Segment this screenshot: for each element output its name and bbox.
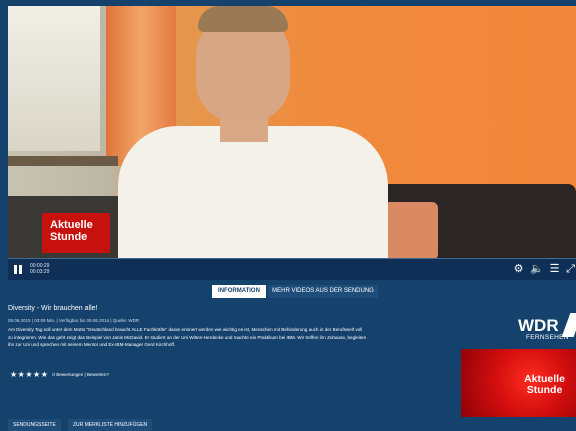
show-logo-text: Aktuelle Stunde (524, 373, 565, 396)
rating-stars[interactable]: ★★★★★ (10, 370, 48, 379)
settings-sliders-icon[interactable]: ☰ (548, 263, 561, 276)
rating-link[interactable]: 0 Bewertungen | Bewerten? (52, 372, 109, 377)
add-to-watchlist-button[interactable]: ZUR MERKLISTE HINZUFÜGEN (68, 419, 153, 431)
duration: 00:03:29 (30, 269, 50, 275)
tab-more-videos[interactable]: MEHR VIDEOS AUS DER SENDUNG (268, 285, 378, 298)
video-meta: 09.06.2015 | 03:09 Min. | Verfügbar bis … (8, 318, 140, 323)
volume-icon[interactable]: 🔈 (530, 263, 544, 276)
video-background-shelf (8, 156, 118, 166)
video-player: Aktuelle Stunde 00:00:29 00:03:29 ⚙ 🔈 ☰ … (0, 0, 576, 431)
rating: ★★★★★ 0 Bewertungen | Bewerten? (10, 370, 109, 379)
video-show-logo-overlay: Aktuelle Stunde (42, 213, 110, 253)
video-description: Am Diversity Tag soll unter dem Motto "D… (8, 327, 367, 348)
show-page-button[interactable]: SENDUNGSSEITE (8, 419, 61, 431)
time-display: 00:00:29 00:03:29 (30, 263, 49, 275)
tab-information[interactable]: INFORMATION (212, 285, 266, 298)
pause-icon[interactable] (12, 263, 24, 276)
person-shirt (118, 126, 388, 259)
video-background-window (8, 6, 100, 151)
video-title: Diversity - Wir brauchen alle! (8, 305, 98, 312)
gear-icon[interactable]: ⚙ (512, 263, 525, 276)
wdr-logo: WDR (518, 316, 559, 335)
person-hair (198, 6, 288, 32)
video-frame[interactable]: Aktuelle Stunde (8, 6, 576, 259)
control-bar: 00:00:29 00:03:29 ⚙ 🔈 ☰ ⤢ (8, 259, 576, 280)
wdr-logo-subtitle: FERNSEHEN (526, 334, 569, 341)
fullscreen-icon[interactable]: ⤢ (564, 263, 576, 276)
